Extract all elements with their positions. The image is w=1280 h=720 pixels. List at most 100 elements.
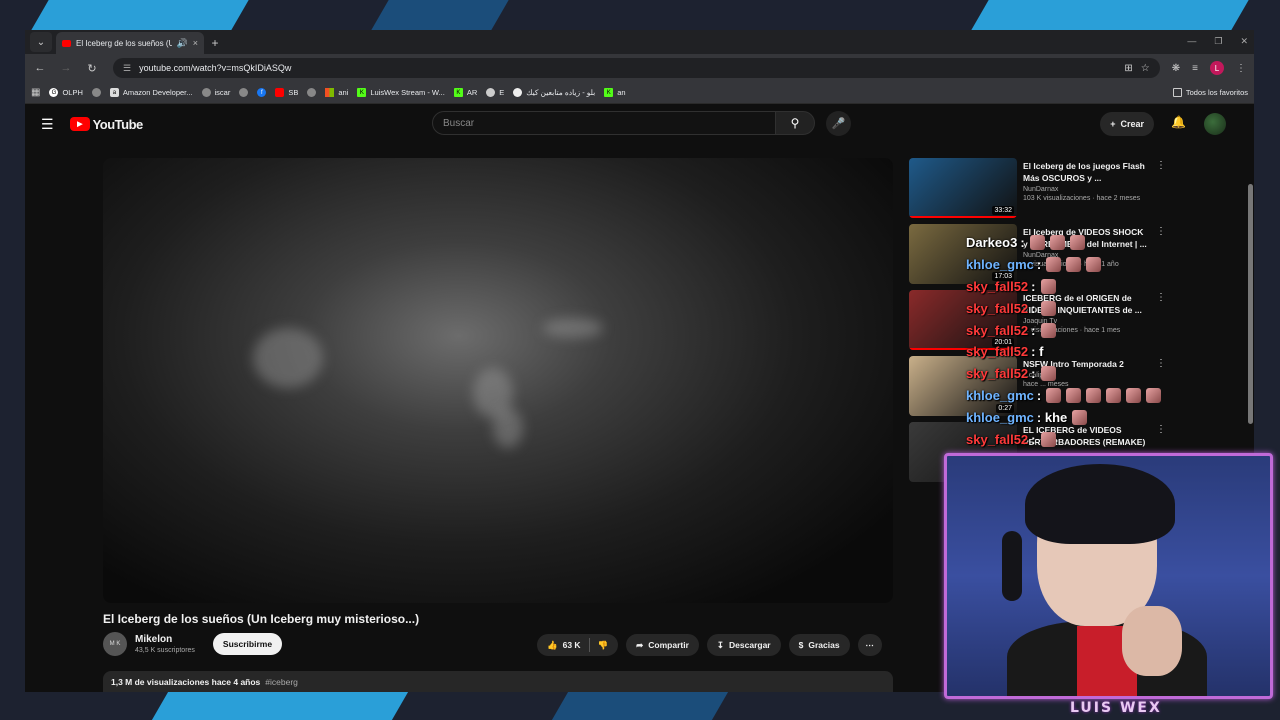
chat-username: sky_fall52 xyxy=(966,431,1029,447)
bookmark-item[interactable]: iscar xyxy=(201,88,230,97)
recommendation-thumbnail[interactable]: 33:32 xyxy=(909,158,1017,218)
site-info-icon[interactable]: ☰ xyxy=(123,63,131,74)
search-input[interactable]: Buscar xyxy=(432,111,777,135)
create-button[interactable]: + Crear xyxy=(1100,112,1154,136)
bookmark-item[interactable]: SB xyxy=(275,88,298,97)
url-text[interactable]: youtube.com/watch?v=msQkIDiASQw xyxy=(139,63,1116,73)
overlay-shape xyxy=(151,692,409,720)
share-button[interactable]: ➦ Compartir xyxy=(626,634,699,656)
youtube-logo[interactable]: ▶ YouTube xyxy=(69,117,143,132)
chat-username: sky_fall52 xyxy=(966,344,1029,360)
bookmark-item[interactable]: K LuisWex Stream - W... xyxy=(357,88,445,97)
recommendation-item[interactable]: 33:32 El Iceberg de los juegos Flash Más … xyxy=(909,158,1234,224)
apps-grid-icon[interactable]: ▦ xyxy=(31,87,40,98)
bookmark-item[interactable]: ani xyxy=(325,88,348,97)
chat-message: khloe_gmc: xyxy=(966,385,1186,407)
more-vertical-icon[interactable]: ⋮ xyxy=(1156,160,1166,171)
like-icon[interactable]: 👍 xyxy=(547,640,558,651)
chat-message: sky_fall52: xyxy=(966,297,1186,319)
back-icon[interactable]: ← xyxy=(33,62,47,74)
recommendation-duration: 33:32 xyxy=(992,206,1014,215)
subscriber-count: 43,5 K suscriptores xyxy=(135,647,195,654)
extensions-icon[interactable]: ❋ xyxy=(1172,63,1180,74)
chat-emote xyxy=(1040,431,1056,447)
all-favorites[interactable]: Todos los favoritos xyxy=(1172,88,1248,97)
bookmark-item[interactable]: Kan xyxy=(604,88,626,97)
chat-message: sky_fall52: xyxy=(966,428,1186,450)
webcam-overlay xyxy=(944,453,1273,699)
chat-message: khloe_gmc: khe xyxy=(966,406,1186,428)
chat-emote xyxy=(1046,387,1062,403)
search-button[interactable]: ⚲ xyxy=(775,111,815,135)
account-avatar[interactable] xyxy=(1204,113,1226,135)
more-menu-icon[interactable]: ⋮ xyxy=(1236,63,1246,74)
window-controls: — ❐ ✕ xyxy=(1187,36,1248,47)
play-icon: ▶ xyxy=(69,117,90,131)
omnibox[interactable]: ☰ youtube.com/watch?v=msQkIDiASQw ⊞ ☆ xyxy=(113,58,1160,78)
bookmark-item[interactable]: f xyxy=(257,88,267,97)
voice-search-button[interactable]: 🎤 xyxy=(826,111,851,136)
bookmark-item[interactable] xyxy=(91,88,101,97)
headphone-shape xyxy=(1002,531,1022,601)
reload-icon[interactable]: ↻ xyxy=(85,62,99,75)
video-player[interactable] xyxy=(103,158,893,603)
address-bar-row: ← → ↻ ☰ youtube.com/watch?v=msQkIDiASQw … xyxy=(25,54,1254,82)
menu-icon[interactable]: ☰ xyxy=(41,116,54,133)
chat-text: : xyxy=(1031,366,1036,382)
youtube-favicon xyxy=(62,39,71,47)
bookmark-item[interactable]: G OLPH xyxy=(49,88,83,97)
chat-message: sky_fall52: f xyxy=(966,341,1186,363)
bookmark-item[interactable] xyxy=(239,88,249,97)
streamer-name: LUIS WEX xyxy=(1070,700,1162,716)
minimize-icon[interactable]: — xyxy=(1187,36,1196,47)
forward-icon[interactable]: → xyxy=(59,62,73,74)
channel-owner: M K Mikelon 43,5 K suscriptores Suscribi… xyxy=(103,632,283,656)
chat-message: Darkeo3: xyxy=(966,232,1186,254)
chat-text: : xyxy=(1031,431,1036,447)
google-icon: G xyxy=(49,88,59,97)
chat-emote xyxy=(1040,278,1056,294)
recommendation-channel[interactable]: NunDarnax xyxy=(1023,186,1234,193)
thanks-button[interactable]: $ Gracias xyxy=(788,634,850,656)
chat-emote xyxy=(1086,387,1102,403)
more-actions-button[interactable]: ⋯ xyxy=(857,634,882,656)
new-tab-button[interactable]: + xyxy=(204,32,226,54)
download-icon: ↧ xyxy=(716,639,725,650)
webcam-hand-shape xyxy=(1122,606,1182,676)
bookmark-item[interactable]: a Amazon Developer... xyxy=(109,88,193,97)
description-stats: 1,3 M de visualizaciones hace 4 años xyxy=(111,677,261,687)
bookmark-item[interactable] xyxy=(307,88,317,97)
media-icon[interactable]: ≡ xyxy=(1192,63,1198,74)
tab-youtube[interactable]: El Iceberg de los sueños (Un 🔊 × xyxy=(56,32,204,54)
install-icon[interactable]: ⊞ xyxy=(1124,63,1132,74)
recommendation-meta: El Iceberg de los juegos Flash Más OSCUR… xyxy=(1023,158,1234,224)
notifications-bell-icon[interactable]: 🔔 xyxy=(1171,115,1186,129)
youtube-bookmark-icon xyxy=(275,88,285,97)
speaker-icon[interactable]: 🔊 xyxy=(177,38,188,49)
like-count[interactable]: 63 K xyxy=(563,640,581,650)
close-tab-icon[interactable]: × xyxy=(193,38,198,48)
chat-emote xyxy=(1040,322,1056,338)
bookmark-item[interactable]: بلو - زياده متابعين كيك xyxy=(513,88,595,97)
bookmark-item[interactable]: K AR xyxy=(453,88,477,97)
chat-emote xyxy=(1069,235,1085,251)
site-icon xyxy=(513,88,523,97)
maximize-icon[interactable]: ❐ xyxy=(1214,36,1222,47)
profile-avatar[interactable]: L xyxy=(1210,61,1224,75)
globe-icon xyxy=(307,88,317,97)
bookmark-star-icon[interactable]: ☆ xyxy=(1141,63,1150,74)
bookmark-item[interactable]: E xyxy=(486,88,504,97)
page-scrollbar[interactable] xyxy=(1248,184,1253,424)
channel-name[interactable]: Mikelon xyxy=(135,634,195,645)
channel-avatar[interactable]: M K xyxy=(103,632,127,656)
dislike-icon[interactable]: 👎 xyxy=(598,640,609,651)
chat-username: khloe_gmc xyxy=(966,257,1034,273)
tab-search-button[interactable]: ⌄ xyxy=(30,32,52,52)
description-tag[interactable]: #iceberg xyxy=(265,677,298,687)
close-window-icon[interactable]: ✕ xyxy=(1240,36,1248,47)
download-button[interactable]: ↧ Descargar xyxy=(706,634,781,656)
subscribe-button[interactable]: Suscribirme xyxy=(212,633,283,655)
description-box[interactable]: 1,3 M de visualizaciones hace 4 años #ic… xyxy=(103,671,893,692)
download-label: Descargar xyxy=(729,640,771,650)
channel-info: Mikelon 43,5 K suscriptores xyxy=(135,634,195,654)
